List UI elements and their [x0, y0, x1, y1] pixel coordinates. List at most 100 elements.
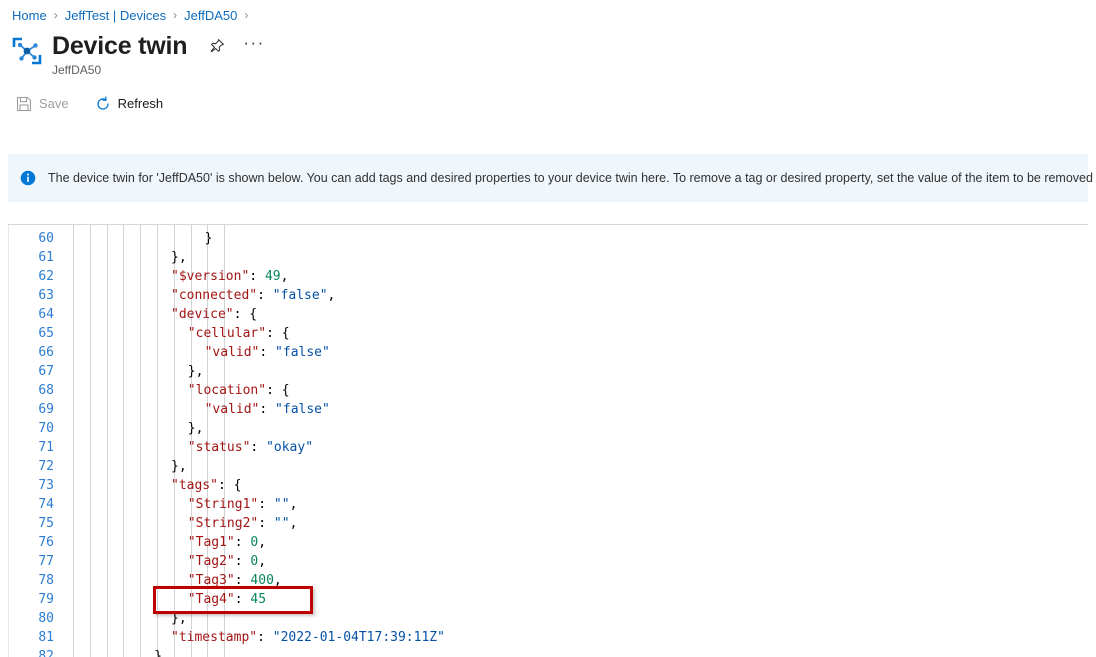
code-text[interactable]: "String2": "", [188, 514, 298, 533]
code-token: } [204, 231, 213, 246]
code-token: "Tag1" [187, 535, 235, 550]
code-token: : { [233, 307, 258, 322]
code-text[interactable]: "tags": { [171, 476, 241, 495]
code-line[interactable]: 73 "tags": { [8, 476, 1088, 495]
save-button[interactable]: Save [12, 93, 73, 115]
code-text[interactable]: } [154, 647, 162, 657]
code-text[interactable]: "status": "okay" [188, 438, 313, 457]
code-text[interactable]: }, [188, 362, 204, 381]
code-line[interactable]: 79 "Tag4": 45 [8, 590, 1088, 609]
line-number: 65 [38, 326, 54, 341]
code-text[interactable]: }, [171, 609, 187, 628]
editor-content[interactable]: 60} 61}, 62 "$version": 49, 63 "connected": "… [8, 225, 1088, 657]
refresh-button[interactable]: Refresh [91, 93, 168, 115]
code-text[interactable]: "timestamp": "2022-01-04T17:39:11Z" [171, 628, 445, 647]
code-line[interactable]: 62 "$version": 49, [8, 267, 1088, 286]
device-twin-icon [12, 36, 42, 66]
code-token: : [234, 592, 251, 607]
code-token: "device" [171, 307, 234, 322]
code-token: }, [187, 421, 204, 436]
code-token: "" [273, 516, 290, 531]
code-line[interactable]: 61}, [8, 248, 1088, 267]
line-number: 68 [38, 383, 54, 398]
code-line[interactable]: 74 "String1": "", [8, 495, 1088, 514]
code-line[interactable]: 60} [8, 229, 1088, 248]
breadcrumb: Home › JeffTest | Devices › JeffDA50 › [0, 0, 1096, 26]
code-line[interactable]: 76 "Tag1": 0, [8, 533, 1088, 552]
code-token: : [234, 573, 251, 588]
breadcrumb-item-jeffda50[interactable]: JeffDA50 [184, 8, 237, 23]
command-bar: Save Refresh [0, 89, 1096, 119]
code-token: } [154, 649, 163, 657]
code-text[interactable]: } [205, 229, 213, 248]
code-text[interactable]: "location": { [188, 381, 290, 400]
code-token: , [258, 535, 267, 550]
code-line[interactable]: 77 "Tag2": 0, [8, 552, 1088, 571]
code-text[interactable]: "cellular": { [188, 324, 290, 343]
code-token: , [289, 516, 298, 531]
code-line[interactable]: 71 "status": "okay" [8, 438, 1088, 457]
code-token: : { [266, 383, 290, 398]
code-token: "String1" [187, 497, 259, 512]
code-text[interactable]: "String1": "", [188, 495, 298, 514]
breadcrumb-item-jefftest-devices[interactable]: JeffTest | Devices [65, 8, 166, 23]
code-token: "valid" [204, 402, 260, 417]
code-line[interactable]: 68 "location": { [8, 381, 1088, 400]
code-line[interactable]: 69 "valid": "false" [8, 400, 1088, 419]
code-line[interactable]: 64 "device": { [8, 305, 1088, 324]
code-token: }, [171, 250, 187, 265]
info-icon [20, 170, 36, 186]
code-line[interactable]: 78 "Tag3": 400, [8, 571, 1088, 590]
refresh-icon [95, 96, 111, 112]
json-editor[interactable]: 60} 61}, 62 "$version": 49, 63 "connected": "… [8, 224, 1088, 657]
code-text[interactable]: "device": { [171, 305, 257, 324]
code-line[interactable]: 67}, [8, 362, 1088, 381]
code-text[interactable]: "connected": "false", [171, 286, 335, 305]
line-number: 82 [38, 649, 54, 657]
page-header: Device twin ··· JeffDA50 [0, 26, 1096, 82]
code-line[interactable]: 72}, [8, 457, 1088, 476]
code-token: "$version" [171, 269, 250, 284]
code-text[interactable]: }, [171, 248, 187, 267]
line-number: 74 [38, 497, 54, 512]
pin-icon[interactable] [209, 38, 225, 54]
code-token: "false" [275, 402, 330, 417]
code-line[interactable]: 81 "timestamp": "2022-01-04T17:39:11Z" [8, 628, 1088, 647]
code-text[interactable]: }, [188, 419, 204, 438]
line-number: 75 [38, 516, 54, 531]
code-token: "tags" [171, 478, 218, 493]
code-token: "status" [187, 440, 251, 455]
code-token: : [259, 402, 276, 417]
code-token: "cellular" [187, 326, 267, 341]
more-options-button[interactable]: ··· [243, 34, 264, 51]
save-icon [16, 96, 32, 112]
code-text[interactable]: "valid": "false" [205, 343, 330, 362]
code-token: : [258, 516, 274, 531]
line-number: 63 [38, 288, 54, 303]
code-line[interactable]: 65 "cellular": { [8, 324, 1088, 343]
code-line[interactable]: 63 "connected": "false", [8, 286, 1088, 305]
code-text[interactable]: "Tag1": 0, [188, 533, 266, 552]
code-text[interactable]: "valid": "false" [205, 400, 330, 419]
code-token: "connected" [171, 288, 258, 303]
save-label: Save [39, 96, 69, 111]
code-line[interactable]: 70}, [8, 419, 1088, 438]
code-token: , [327, 288, 336, 303]
code-line[interactable]: 80}, [8, 609, 1088, 628]
code-token: , [273, 573, 282, 588]
code-line[interactable]: 82} [8, 647, 1088, 657]
line-number: 61 [38, 250, 54, 265]
code-token: "timestamp" [171, 630, 258, 645]
code-text[interactable]: }, [171, 457, 187, 476]
code-line[interactable]: 66 "valid": "false" [8, 343, 1088, 362]
code-text[interactable]: "Tag4": 45 [188, 590, 266, 609]
code-token: "location" [187, 383, 267, 398]
breadcrumb-item-home[interactable]: Home [12, 8, 47, 23]
code-line[interactable]: 75 "String2": "", [8, 514, 1088, 533]
code-text[interactable]: "Tag2": 0, [188, 552, 266, 571]
code-text[interactable]: "Tag3": 400, [188, 571, 282, 590]
line-number: 76 [38, 535, 54, 550]
code-token: 45 [250, 592, 267, 607]
page-title: Device twin [52, 32, 188, 60]
code-text[interactable]: "$version": 49, [171, 267, 288, 286]
